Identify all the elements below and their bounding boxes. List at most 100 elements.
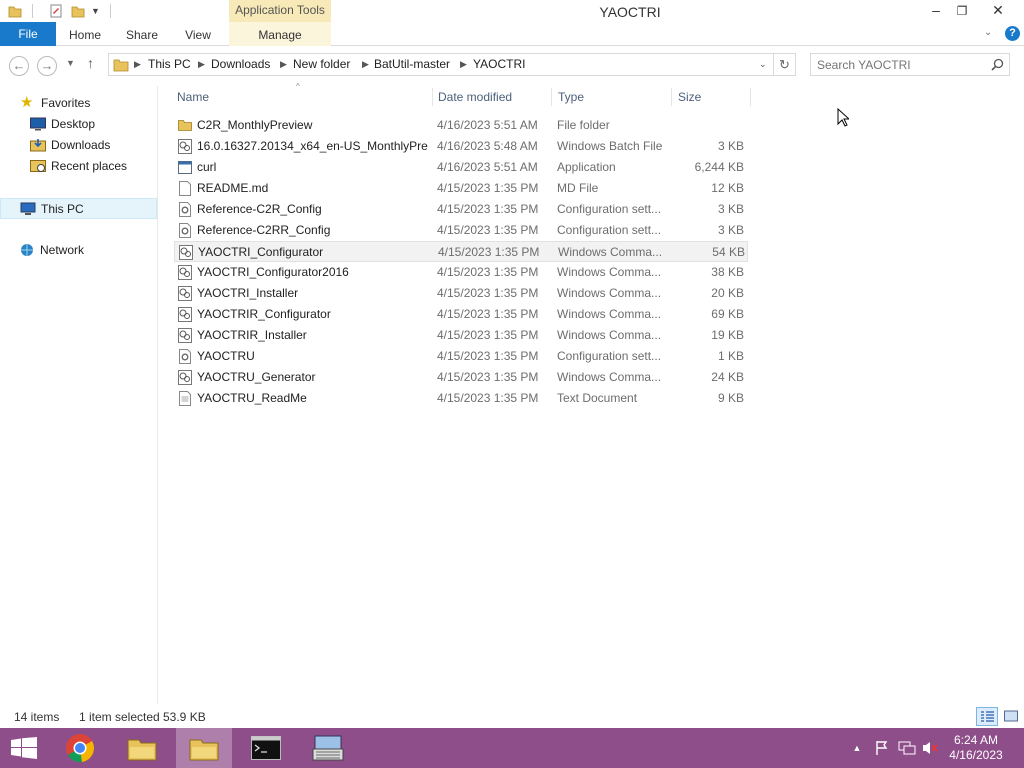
recent-places-icon: [30, 160, 46, 172]
breadcrumb-new-folder[interactable]: New folder: [293, 54, 350, 75]
nav-favorites-label: Favorites: [41, 96, 91, 110]
file-row[interactable]: 16.0.16327.20134_x64_en-US_MonthlyPre...…: [174, 136, 748, 157]
folder-icon: [178, 118, 192, 133]
column-divider[interactable]: [750, 88, 751, 106]
file-row[interactable]: C2R_MonthlyPreview 4/16/2023 5:51 AM File …: [174, 115, 748, 136]
network-icon: [21, 244, 33, 256]
new-folder-icon[interactable]: [71, 4, 85, 18]
column-header-date-modified[interactable]: Date modified: [438, 90, 548, 108]
file-row[interactable]: YAOCTRU 4/15/2023 1:35 PM Configuration se…: [174, 346, 748, 367]
command-prompt-icon: [251, 736, 281, 760]
file-explorer-icon: [127, 739, 157, 761]
close-button[interactable]: ✕: [982, 0, 1014, 22]
file-type: Configuration sett...: [557, 349, 662, 363]
column-header-type[interactable]: Type: [558, 90, 668, 108]
file-date: 4/15/2023 1:35 PM: [437, 391, 539, 405]
nav-recent-places[interactable]: Recent places: [0, 156, 150, 176]
file-date: 4/15/2023 1:35 PM: [437, 349, 539, 363]
file-name: README.md: [197, 181, 269, 195]
breadcrumb-yaoctri[interactable]: YAOCTRI: [473, 54, 525, 75]
volume-muted-icon[interactable]: [921, 740, 939, 756]
file-row[interactable]: Reference-C2R_Config 4/15/2023 1:35 PM Con…: [174, 199, 748, 220]
folder-icon[interactable]: [8, 4, 22, 18]
nav-downloads[interactable]: Downloads: [0, 135, 150, 155]
breadcrumb-this-pc[interactable]: This PC: [148, 54, 191, 75]
chevron-right-icon[interactable]: ▶: [198, 54, 205, 75]
file-row[interactable]: README.md 4/15/2023 1:35 PM MD File 12 KB: [174, 178, 748, 199]
start-button[interactable]: [0, 728, 48, 768]
nav-favorites[interactable]: ★ Favorites: [0, 93, 150, 113]
breadcrumb-downloads[interactable]: Downloads: [211, 54, 270, 75]
file-name: YAOCTRU_ReadMe: [197, 391, 307, 405]
clock-time: 6:24 AM: [953, 733, 999, 747]
file-row[interactable]: YAOCTRIR_Configurator 4/15/2023 1:35 PM Wi…: [174, 304, 748, 325]
file-date: 4/15/2023 1:35 PM: [437, 202, 539, 216]
taskbar-on-screen-keyboard[interactable]: [300, 728, 356, 768]
column-divider[interactable]: [551, 88, 552, 106]
file-type: Windows Comma...: [558, 245, 663, 259]
address-dropdown-icon[interactable]: ⌄: [759, 59, 767, 70]
nav-desktop[interactable]: Desktop: [0, 114, 150, 134]
tab-manage[interactable]: Manage: [250, 22, 310, 46]
file-row[interactable]: YAOCTRU_Generator 4/15/2023 1:35 PM Window…: [174, 367, 748, 388]
column-header-size[interactable]: Size: [678, 90, 748, 108]
file-size: 20 KB: [711, 286, 744, 300]
cmd-script-icon: [178, 286, 192, 301]
taskbar-file-explorer-active[interactable]: [176, 728, 232, 768]
file-row[interactable]: YAOCTRI_Configurator2016 4/15/2023 1:35 P…: [174, 262, 748, 283]
large-icons-view-button[interactable]: [1001, 707, 1021, 726]
taskbar-command-prompt[interactable]: [238, 728, 294, 768]
file-row-selected[interactable]: YAOCTRI_Configurator 4/15/2023 1:35 PM Win…: [174, 241, 748, 262]
file-name: Reference-C2RR_Config: [197, 223, 331, 237]
divider: [32, 4, 33, 18]
tab-share[interactable]: Share: [118, 22, 166, 46]
details-view-button[interactable]: [976, 707, 998, 726]
column-divider[interactable]: [432, 88, 433, 106]
nav-this-pc[interactable]: This PC: [0, 198, 157, 219]
nav-network[interactable]: Network: [0, 240, 150, 260]
search-box[interactable]: [810, 53, 1010, 76]
help-icon[interactable]: ?: [1005, 26, 1020, 41]
file-size: 3 KB: [717, 139, 744, 153]
expand-ribbon-icon[interactable]: ⌄: [984, 27, 992, 38]
file-size: 3 KB: [717, 202, 744, 216]
arrow-left-icon: ←: [12, 58, 26, 73]
properties-icon[interactable]: [49, 4, 63, 18]
customize-toolbar-icon[interactable]: ▼: [91, 6, 100, 16]
system-clock[interactable]: 6:24 AM 4/16/2023: [940, 733, 1012, 763]
chevron-right-icon[interactable]: ▶: [362, 54, 369, 75]
tab-home[interactable]: Home: [62, 22, 108, 46]
refresh-button[interactable]: ↻: [774, 53, 796, 76]
chevron-right-icon[interactable]: ▶: [460, 54, 467, 75]
address-bar[interactable]: ▶ This PC ▶ Downloads ▶ New folder ▶ Bat…: [108, 53, 774, 76]
file-row[interactable]: YAOCTRI_Installer 4/15/2023 1:35 PM Window…: [174, 283, 748, 304]
taskbar-file-explorer[interactable]: [114, 728, 170, 768]
tab-view[interactable]: View: [175, 22, 221, 46]
computer-icon: [20, 202, 36, 215]
breadcrumb-batutil-master[interactable]: BatUtil-master: [374, 54, 450, 75]
show-hidden-icons-icon[interactable]: ▲: [849, 740, 865, 756]
search-icon[interactable]: [991, 58, 1004, 71]
config-file-icon: [178, 223, 192, 238]
back-button[interactable]: ←: [9, 56, 29, 76]
action-center-flag-icon[interactable]: [874, 740, 890, 756]
column-divider[interactable]: [671, 88, 672, 106]
network-status-icon[interactable]: [898, 740, 916, 756]
recent-locations-icon[interactable]: ▼: [66, 58, 75, 68]
file-name: YAOCTRI_Configurator2016: [197, 265, 349, 279]
chevron-right-icon[interactable]: ▶: [134, 54, 141, 75]
tab-file[interactable]: File: [0, 22, 56, 46]
forward-button[interactable]: →: [37, 56, 57, 76]
column-header-name[interactable]: Name: [177, 90, 427, 108]
file-row[interactable]: Reference-C2RR_Config 4/15/2023 1:35 PM Co…: [174, 220, 748, 241]
large-icons-view-icon: [1004, 710, 1018, 722]
file-row[interactable]: curl 4/16/2023 5:51 AM Application 6,244 KB: [174, 157, 748, 178]
taskbar-chrome[interactable]: [52, 728, 108, 768]
chevron-right-icon[interactable]: ▶: [280, 54, 287, 75]
up-button[interactable]: ↑: [87, 55, 94, 71]
file-row[interactable]: YAOCTRU_ReadMe 4/15/2023 1:35 PM Text Docu…: [174, 388, 748, 409]
restore-button[interactable]: ❐: [946, 0, 978, 22]
file-row[interactable]: YAOCTRIR_Installer 4/15/2023 1:35 PM Windo…: [174, 325, 748, 346]
restore-icon: ❐: [956, 4, 968, 18]
search-input[interactable]: [817, 57, 987, 73]
